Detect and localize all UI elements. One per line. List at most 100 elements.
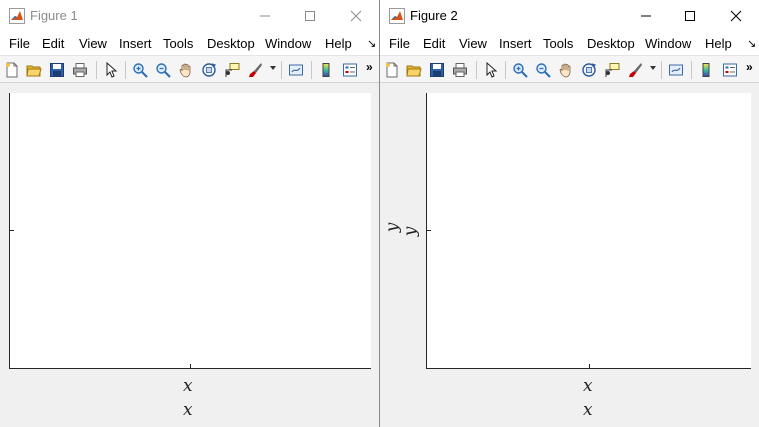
title-bar[interactable]: Figure 2	[380, 0, 759, 32]
menu-window[interactable]: Window	[645, 36, 691, 51]
menu-help[interactable]: Help	[705, 36, 732, 51]
brush-icon	[629, 63, 642, 77]
close-button[interactable]	[333, 0, 379, 32]
data-cursor-button[interactable]	[223, 61, 241, 79]
title-bar[interactable]: Figure 1	[0, 0, 380, 32]
new-figure-icon	[6, 62, 18, 78]
menu-insert[interactable]: Insert	[499, 36, 532, 51]
maximize-button[interactable]	[667, 0, 713, 32]
rotate-3d-icon	[582, 63, 597, 77]
toolbar-overflow-icon[interactable]: »	[746, 60, 753, 74]
close-icon	[350, 10, 362, 22]
menu-tools[interactable]: Tools	[163, 36, 193, 51]
toolbar-separator	[311, 61, 312, 79]
menu-window[interactable]: Window	[265, 36, 311, 51]
legend-icon	[723, 63, 737, 77]
edit-plot-pointer-icon	[106, 62, 118, 78]
print-icon	[73, 63, 87, 77]
axes[interactable]	[426, 93, 751, 369]
menu-view[interactable]: View	[79, 36, 107, 51]
legend-icon	[343, 63, 357, 77]
window-title: Figure 1	[30, 8, 78, 23]
menu-view[interactable]: View	[459, 36, 487, 51]
toolbar-overflow-icon[interactable]: »	[366, 60, 373, 74]
menu-file[interactable]: File	[389, 36, 410, 51]
new-figure-icon	[386, 62, 398, 78]
edit-plot-button[interactable]	[482, 61, 500, 79]
y-axis-label: y	[400, 226, 421, 237]
menu-bar: File Edit View Insert Tools Desktop Wind…	[0, 32, 380, 55]
print-button[interactable]	[71, 61, 89, 79]
rotate-3d-button[interactable]	[580, 61, 598, 79]
edit-plot-button[interactable]	[102, 61, 120, 79]
toolbar-separator	[96, 61, 97, 79]
zoom-in-button[interactable]	[131, 61, 149, 79]
minimize-icon	[260, 15, 270, 17]
toolbar-separator	[661, 61, 662, 79]
brush-dropdown-icon[interactable]	[270, 66, 276, 70]
new-figure-button[interactable]	[383, 61, 401, 79]
zoom-in-icon	[133, 63, 148, 78]
zoom-in-button[interactable]	[511, 61, 529, 79]
menu-edit[interactable]: Edit	[42, 36, 64, 51]
figure-canvas: y y x x	[380, 84, 759, 427]
matlab-logo-icon	[389, 8, 405, 24]
colorbar-button[interactable]	[317, 61, 335, 79]
figure-toolbar: »	[0, 55, 380, 83]
save-button[interactable]	[428, 61, 446, 79]
menu-help[interactable]: Help	[325, 36, 352, 51]
brush-dropdown-icon[interactable]	[650, 66, 656, 70]
zoom-out-button[interactable]	[154, 61, 172, 79]
zoom-out-button[interactable]	[534, 61, 552, 79]
open-file-button[interactable]	[405, 61, 423, 79]
figure-1-window: Figure 1 File Edit View Insert Tools Des…	[0, 0, 380, 427]
open-file-icon	[26, 65, 42, 77]
data-cursor-button[interactable]	[603, 61, 621, 79]
x-axis-label: x	[583, 376, 593, 396]
link-plot-icon	[669, 64, 683, 76]
menu-overflow-icon[interactable]: ↘	[367, 37, 376, 50]
menu-edit[interactable]: Edit	[423, 36, 445, 51]
colorbar-button[interactable]	[697, 61, 715, 79]
link-plot-button[interactable]	[667, 61, 685, 79]
menu-file[interactable]: File	[9, 36, 30, 51]
open-file-icon	[406, 65, 422, 77]
menu-desktop[interactable]: Desktop	[207, 36, 255, 51]
open-file-button[interactable]	[25, 61, 43, 79]
minimize-icon	[641, 15, 651, 17]
menu-overflow-icon[interactable]: ↘	[747, 37, 756, 50]
data-cursor-icon	[605, 63, 620, 77]
pan-button[interactable]	[557, 61, 575, 79]
window-title: Figure 2	[410, 8, 458, 23]
print-button[interactable]	[451, 61, 469, 79]
x-axis-label-secondary: x	[583, 400, 593, 420]
brush-button[interactable]	[626, 61, 644, 79]
pan-button[interactable]	[177, 61, 195, 79]
matlab-logo-icon	[9, 8, 25, 24]
edit-plot-pointer-icon	[486, 62, 498, 78]
rotate-3d-button[interactable]	[200, 61, 218, 79]
menu-insert[interactable]: Insert	[119, 36, 152, 51]
minimize-button[interactable]	[242, 0, 288, 32]
print-icon	[453, 63, 467, 77]
minimize-button[interactable]	[623, 0, 669, 32]
save-button[interactable]	[48, 61, 66, 79]
x-tick	[589, 364, 590, 368]
maximize-button[interactable]	[287, 0, 333, 32]
menu-desktop[interactable]: Desktop	[587, 36, 635, 51]
link-plot-button[interactable]	[287, 61, 305, 79]
menu-tools[interactable]: Tools	[543, 36, 573, 51]
link-plot-icon	[289, 64, 303, 76]
desktop: Figure 1 File Edit View Insert Tools Des…	[0, 0, 759, 427]
axes[interactable]	[9, 93, 371, 369]
legend-button[interactable]	[341, 61, 359, 79]
close-button[interactable]	[713, 0, 759, 32]
new-figure-button[interactable]	[3, 61, 21, 79]
figure-canvas: x x	[0, 84, 380, 427]
maximize-icon	[305, 11, 315, 21]
y-axis-label-secondary: y	[382, 222, 403, 233]
brush-button[interactable]	[246, 61, 264, 79]
legend-button[interactable]	[721, 61, 739, 79]
toolbar-separator	[691, 61, 692, 79]
colorbar-icon	[702, 63, 710, 77]
